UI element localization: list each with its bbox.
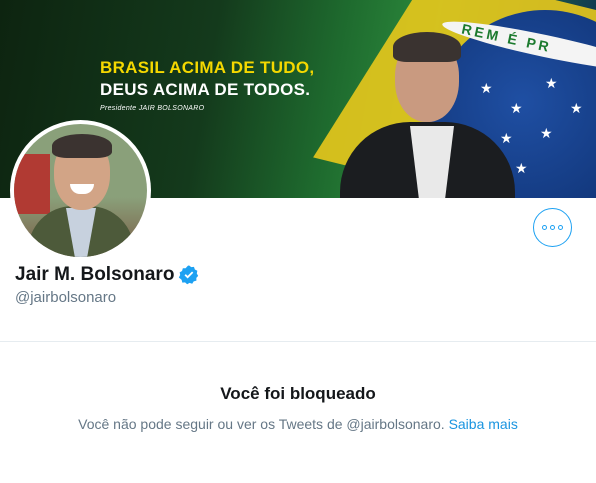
learn-more-link[interactable]: Saiba mais <box>449 416 518 432</box>
banner-portrait <box>340 30 515 198</box>
star-icon: ★ <box>570 100 583 116</box>
blocked-message-text: Você não pode seguir ou ver os Tweets de… <box>78 416 445 432</box>
banner-headline-line2: DEUS ACIMA DE TODOS. <box>100 80 311 99</box>
profile-name-row: Jair M. Bolsonaro <box>15 264 200 286</box>
more-options-icon <box>542 225 547 230</box>
profile-handle: @jairbolsonaro <box>15 289 117 306</box>
banner-headline: BRASIL ACIMA DE TUDO, DEUS ACIMA DE TODO… <box>100 58 350 112</box>
blocked-title: Você foi bloqueado <box>220 384 376 403</box>
star-icon: ★ <box>515 160 528 176</box>
divider <box>0 341 596 342</box>
profile-name: Jair M. Bolsonaro <box>15 264 175 285</box>
blocked-message: Você não pode seguir ou ver os Tweets de… <box>0 416 596 432</box>
avatar-photo <box>14 124 147 257</box>
banner-headline-line1: BRASIL ACIMA DE TUDO, <box>100 58 315 77</box>
star-icon: ★ <box>540 125 553 141</box>
profile-avatar[interactable] <box>10 120 151 261</box>
banner-signature: Presidente JAIR BOLSONARO <box>100 105 205 112</box>
verified-badge-icon <box>179 265 199 285</box>
more-options-button[interactable] <box>533 208 572 247</box>
star-icon: ★ <box>545 75 558 91</box>
